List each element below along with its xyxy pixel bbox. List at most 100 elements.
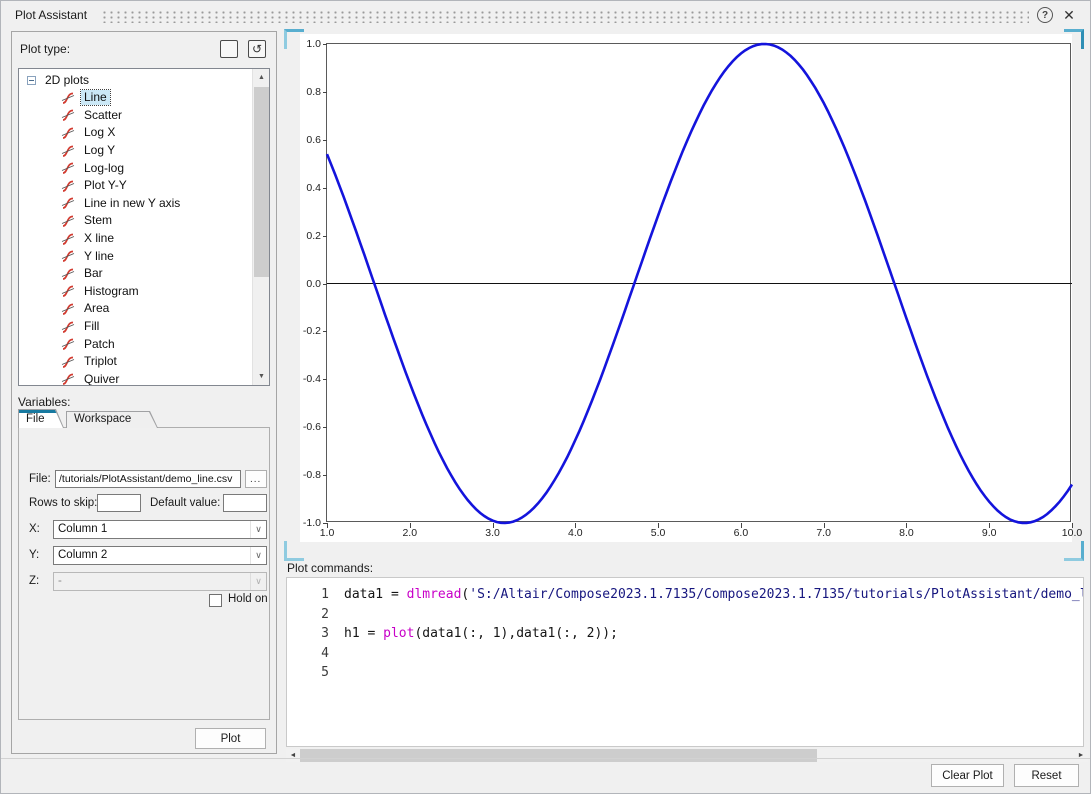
y-tick-mark [323,236,327,237]
scroll-up-icon[interactable]: ▲ [253,69,270,86]
tree-item[interactable]: Plot Y-Y [19,177,253,195]
x-tick-label: 8.0 [891,527,921,539]
plot-button[interactable]: Plot [195,728,266,749]
x-column-select[interactable]: Column 1 ∨ [53,520,267,539]
default-value-input[interactable] [223,494,267,512]
empty-square-icon[interactable] [220,40,238,58]
tree-item[interactable]: Quiver [19,371,253,387]
x-tick-label: 10.0 [1057,527,1087,539]
tree-item[interactable]: Line in new Y axis [19,195,253,213]
code-line[interactable]: 5 [287,663,1083,683]
x-tick-mark [824,523,825,528]
tree-root-label: 2D plots [45,73,89,87]
rows-to-skip-label: Rows to skip: [29,497,97,509]
x-tick-label: 4.0 [560,527,590,539]
file-label: File: [29,473,51,485]
file-path-input[interactable]: /tutorials/PlotAssistant/demo_line.csv [55,470,241,488]
code-line[interactable]: 3h1 = plot(data1(:, 1),data1(:, 2)); [287,624,1083,644]
tree-item[interactable]: X line [19,230,253,248]
y-tick-mark [323,188,327,189]
scroll-left-icon[interactable]: ◄ [286,749,300,762]
scrollbar-thumb[interactable] [254,87,269,277]
x-tick-mark [989,523,990,528]
tree-item-label: Fill [81,319,102,334]
y-tick-label: 0.2 [293,230,321,242]
line-number: 1 [287,587,329,602]
refresh-icon[interactable]: ↺ [248,40,266,58]
y-tick-label: -0.2 [293,325,321,337]
tree-item[interactable]: Stem [19,212,253,230]
scroll-right-icon[interactable]: ► [1074,749,1088,762]
x-tick-label: 1.0 [312,527,342,539]
plot-type-icon [61,232,75,246]
hold-on-checkbox[interactable] [209,594,222,607]
code-line[interactable]: 4 [287,644,1083,664]
plot-type-icon [61,214,75,228]
tree-item[interactable]: Log Y [19,142,253,160]
tree-item[interactable]: Y line [19,247,253,265]
tree-item-label: Patch [81,337,118,352]
y-tick-label: -0.6 [293,421,321,433]
y-tick-mark [323,140,327,141]
reset-button[interactable]: Reset [1014,764,1079,787]
tree-item[interactable]: Area [19,300,253,318]
help-icon[interactable]: ? [1037,7,1053,23]
scrollbar-thumb[interactable] [300,749,817,762]
code-editor[interactable]: 1data1 = dlmread('S:/Altair/Compose2023.… [286,577,1084,747]
tree-item-label: Line [81,90,110,105]
drag-handle[interactable] [101,10,1029,23]
x-tick-label: 2.0 [395,527,425,539]
plot-canvas[interactable]: 1.00.80.60.40.20.0-0.2-0.4-0.6-0.8-1.0 1… [300,34,1072,542]
tree-item[interactable]: Fill [19,318,253,336]
tree-item[interactable]: Log X [19,124,253,142]
x-column-value: Column 1 [58,523,107,535]
y-tick-mark [323,44,327,45]
close-icon[interactable]: ✕ [1059,5,1079,25]
clear-plot-button[interactable]: Clear Plot [931,764,1004,787]
rows-to-skip-input[interactable] [97,494,141,512]
file-form: File: /tutorials/PlotAssistant/demo_line… [18,427,270,720]
tree-item[interactable]: Histogram [19,283,253,301]
tree-item[interactable]: Log-log [19,159,253,177]
tree-scrollbar[interactable]: ▲ ▼ [252,69,269,385]
tab-file[interactable]: File [18,409,64,428]
plot-type-icon [61,302,75,316]
code-line[interactable]: 1data1 = dlmread('S:/Altair/Compose2023.… [287,585,1083,605]
curve-svg [327,44,1072,523]
browse-button[interactable]: ... [245,470,267,488]
tree-item[interactable]: Triplot [19,353,253,371]
collapse-icon[interactable] [27,76,36,85]
tree-item[interactable]: Bar [19,265,253,283]
x-label: X: [29,523,40,535]
y-label: Y: [29,549,39,561]
hold-on-label: Hold on [228,593,268,605]
default-value-label: Default value: [150,497,220,509]
y-tick-mark [323,92,327,93]
tree-item[interactable]: Patch [19,335,253,353]
y-column-select[interactable]: Column 2 ∨ [53,546,267,565]
code-line[interactable]: 2 [287,605,1083,625]
y-tick-mark [323,379,327,380]
tree-root-row[interactable]: 2D plots [19,71,89,89]
tree-list: Line Scatter Log X Log Y Log-log Plot Y-… [19,89,253,386]
selection-bracket-bottom-right [1064,541,1084,561]
x-tick-label: 9.0 [974,527,1004,539]
x-tick-mark [658,523,659,528]
tree-item-label: Bar [81,266,106,281]
tree-item[interactable]: Line [19,89,253,107]
tree-item-label: X line [81,231,117,246]
plot-type-icon [61,91,75,105]
tree-item[interactable]: Scatter [19,107,253,125]
tab-file-label: File [26,413,45,425]
tree-item-label: Triplot [81,354,120,369]
x-tick-mark [906,523,907,528]
y-tick-mark [323,284,327,285]
plot-commands-label: Plot commands: [287,561,373,575]
plot-type-icon [61,355,75,369]
scroll-down-icon[interactable]: ▼ [253,368,270,385]
plot-type-icon [61,179,75,193]
chevron-down-icon: ∨ [250,573,266,590]
line-number: 4 [287,646,329,661]
tab-workspace[interactable]: Workspace [66,411,158,428]
horizontal-scrollbar[interactable]: ◄ ► [286,749,1088,762]
